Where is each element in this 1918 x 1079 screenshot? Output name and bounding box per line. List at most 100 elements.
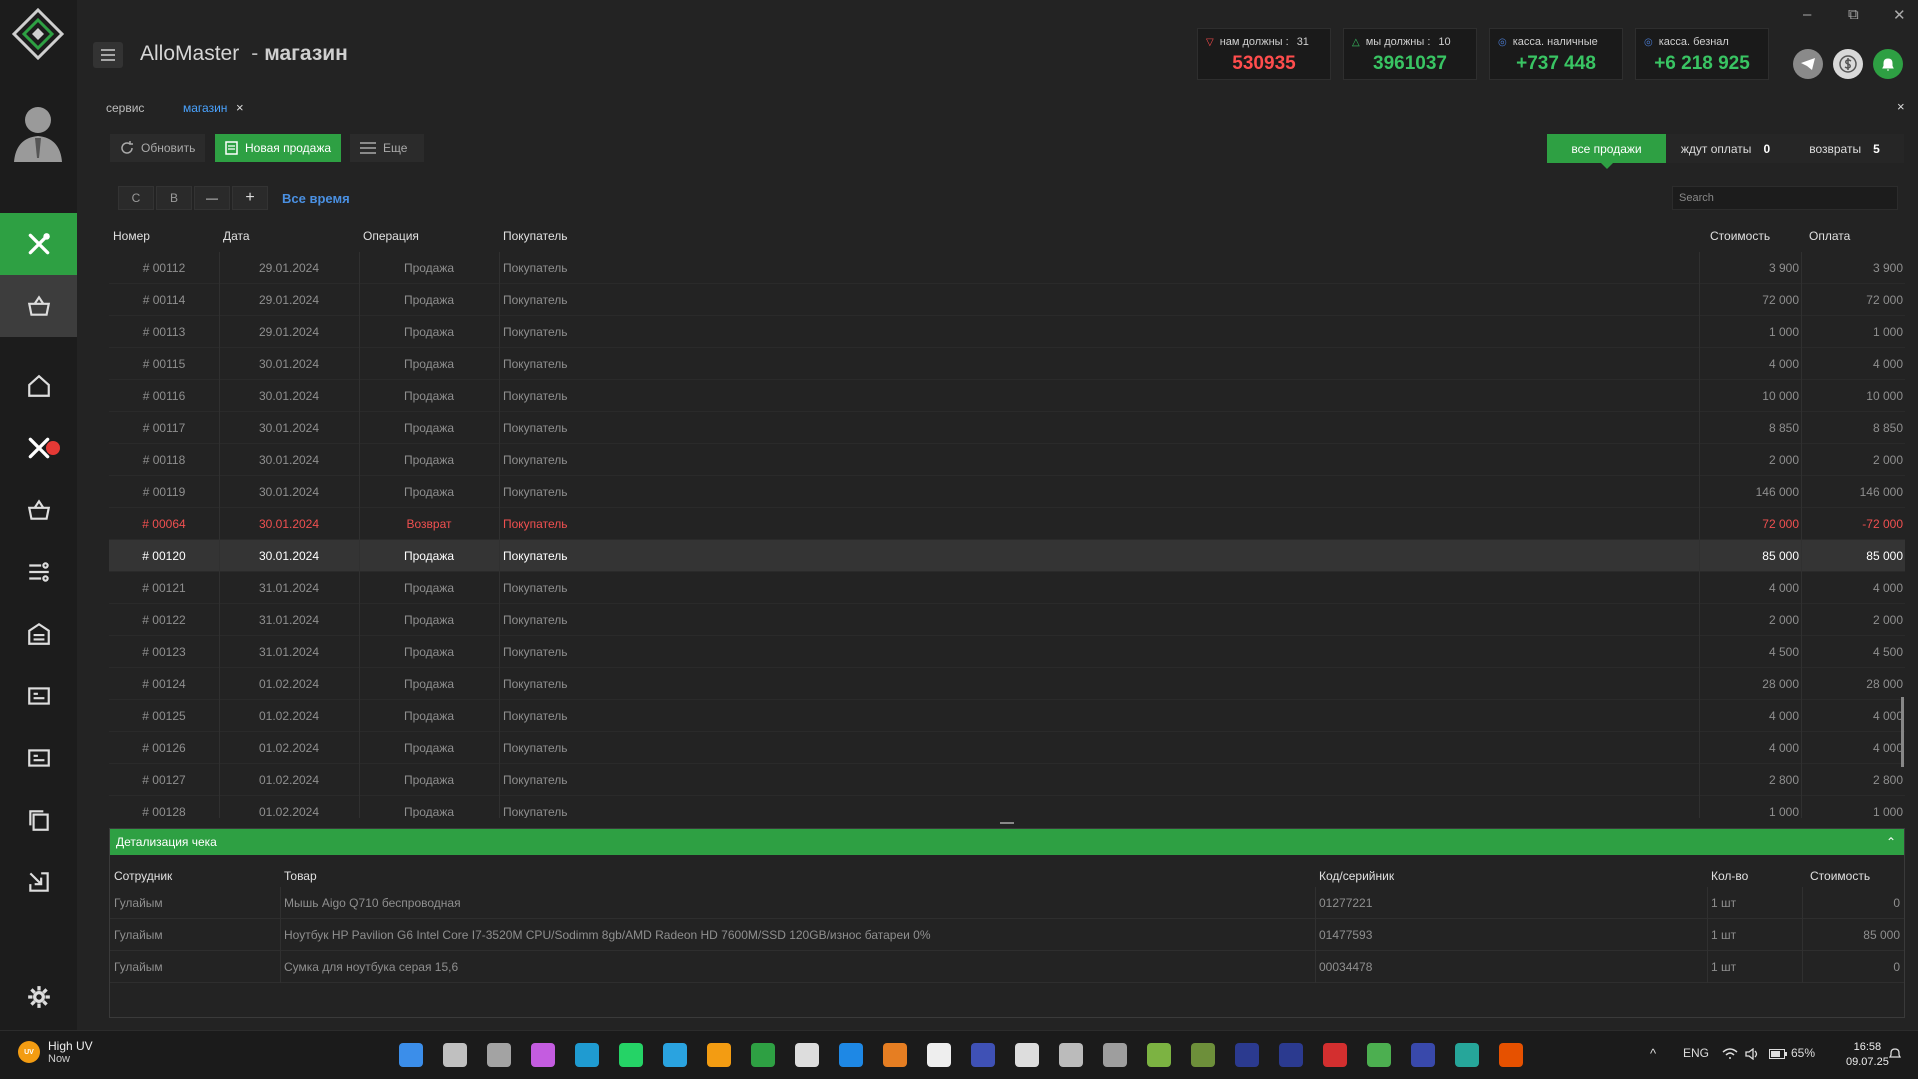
- cell-date: 30.01.2024: [258, 389, 320, 403]
- table-row[interactable]: # 00126 01.02.2024 Продажа Покупатель 4 000 4…: [109, 732, 1905, 764]
- firefox-icon[interactable]: [1499, 1043, 1523, 1067]
- infinity-icon[interactable]: [1455, 1043, 1479, 1067]
- table-row[interactable]: # 00113 29.01.2024 Продажа Покупатель 1 000 1…: [109, 316, 1905, 348]
- column-divider: [1801, 668, 1802, 700]
- start-icon[interactable]: [399, 1043, 423, 1067]
- copilot-icon[interactable]: [531, 1043, 555, 1067]
- gem-icon[interactable]: [1367, 1043, 1391, 1067]
- battery-icon[interactable]: [1769, 1049, 1787, 1059]
- allomaster-icon[interactable]: [751, 1043, 775, 1067]
- c-app-icon[interactable]: [971, 1043, 995, 1067]
- tray-overflow-button[interactable]: ^: [1650, 1046, 1656, 1061]
- cell-buyer: Покупатель: [503, 741, 568, 755]
- column-divider: [499, 476, 500, 508]
- calculator-icon[interactable]: [795, 1043, 819, 1067]
- col-code[interactable]: Код/серийник: [1319, 869, 1394, 883]
- task-view-icon[interactable]: [487, 1043, 511, 1067]
- cell-op: Продажа: [403, 453, 455, 467]
- table-row[interactable]: # 00120 30.01.2024 Продажа Покупатель 85 000…: [109, 540, 1905, 572]
- column-divider: [499, 508, 500, 540]
- detail-cell-employee: Гулайым: [114, 928, 163, 942]
- col-item[interactable]: Товар: [284, 869, 317, 883]
- ad-icon[interactable]: [1147, 1043, 1171, 1067]
- system-clock[interactable]: 16:58 09.07.25: [1846, 1040, 1889, 1070]
- table-row[interactable]: # 00123 31.01.2024 Продажа Покупатель 4 500 4…: [109, 636, 1905, 668]
- receipt-detail-header[interactable]: Детализация чека ⌃: [110, 829, 1904, 855]
- collapse-chevron-icon[interactable]: ⌃: [1886, 829, 1896, 855]
- detail-row[interactable]: Гулайым Ноутбук HP Pavilion G6 Intel Core…: [110, 919, 1904, 951]
- paint-icon[interactable]: [883, 1043, 907, 1067]
- cell-num: # 00113: [142, 325, 186, 339]
- mail-icon[interactable]: [839, 1043, 863, 1067]
- volume-icon[interactable]: [1745, 1048, 1759, 1060]
- shell-icon[interactable]: [1411, 1043, 1435, 1067]
- cell-date: 30.01.2024: [258, 453, 320, 467]
- cell-num: # 00117: [142, 421, 186, 435]
- table-row[interactable]: # 00064 30.01.2024 Возврат Покупатель 72 000…: [109, 508, 1905, 540]
- column-divider: [1699, 540, 1700, 572]
- cfx-icon[interactable]: [1235, 1043, 1259, 1067]
- cell-num: # 00120: [142, 549, 186, 563]
- column-divider: [1801, 348, 1802, 380]
- table-row[interactable]: # 00114 29.01.2024 Продажа Покупатель 72 000…: [109, 284, 1905, 316]
- detail-row[interactable]: Гулайым Сумка для ноутбука серая 15,6 0003…: [110, 951, 1904, 983]
- table-row[interactable]: # 00128 01.02.2024 Продажа Покупатель 1 000 1…: [109, 796, 1905, 818]
- table-row[interactable]: # 00119 30.01.2024 Продажа Покупатель 146 00…: [109, 476, 1905, 508]
- column-divider: [1802, 887, 1803, 919]
- wifi-icon[interactable]: [1722, 1048, 1738, 1060]
- cell-num: # 00122: [142, 613, 186, 627]
- column-divider: [1699, 604, 1700, 636]
- cell-op: Продажа: [403, 773, 455, 787]
- telegram-icon[interactable]: [663, 1043, 687, 1067]
- cfx2-icon[interactable]: [1279, 1043, 1303, 1067]
- table-row[interactable]: # 00121 31.01.2024 Продажа Покупатель 4 000 4…: [109, 572, 1905, 604]
- table-row[interactable]: # 00112 29.01.2024 Продажа Покупатель 3 900 3…: [109, 252, 1905, 284]
- detail-cell-qty: 1 шт: [1711, 928, 1737, 942]
- col-detail-cost[interactable]: Стоимость: [1810, 869, 1870, 883]
- ot-icon[interactable]: [1191, 1043, 1215, 1067]
- column-divider: [499, 636, 500, 668]
- column-divider: [1699, 316, 1700, 348]
- weather-widget[interactable]: UV High UV Now: [18, 1039, 93, 1065]
- edge-icon[interactable]: [575, 1043, 599, 1067]
- table-row[interactable]: # 00118 30.01.2024 Продажа Покупатель 2 000 2…: [109, 444, 1905, 476]
- search-icon[interactable]: [443, 1043, 467, 1067]
- cell-buyer: Покупатель: [503, 261, 568, 275]
- cell-cost: 10 000: [1762, 389, 1799, 403]
- column-divider: [1699, 572, 1700, 604]
- sublime-icon[interactable]: [707, 1043, 731, 1067]
- column-divider: [1699, 412, 1700, 444]
- filezilla-icon[interactable]: [1323, 1043, 1347, 1067]
- tool-icon[interactable]: [1059, 1043, 1083, 1067]
- col-employee[interactable]: Сотрудник: [114, 869, 172, 883]
- rail-export-button[interactable]: [0, 851, 77, 913]
- cell-date: 01.02.2024: [258, 805, 320, 818]
- table-row[interactable]: # 00122 31.01.2024 Продажа Покупатель 2 000 2…: [109, 604, 1905, 636]
- table-row[interactable]: # 00116 30.01.2024 Продажа Покупатель 10 000…: [109, 380, 1905, 412]
- cell-buyer: Покупатель: [503, 549, 568, 563]
- detail-row[interactable]: Гулайым Мышь Aigo Q710 беспроводная 012772…: [110, 887, 1904, 919]
- col-qty[interactable]: Кол-во: [1711, 869, 1748, 883]
- notification-center-icon[interactable]: [1888, 1047, 1902, 1061]
- detail-cell-employee: Гулайым: [114, 960, 163, 974]
- vpn-icon[interactable]: [1103, 1043, 1127, 1067]
- cell-op: Продажа: [403, 421, 455, 435]
- table-scrollbar[interactable]: [1901, 697, 1904, 767]
- cell-pay: 3 900: [1872, 261, 1903, 275]
- panel-resize-handle[interactable]: [1000, 822, 1014, 824]
- table-row[interactable]: # 00127 01.02.2024 Продажа Покупатель 2 800 2…: [109, 764, 1905, 796]
- file-icon[interactable]: [927, 1043, 951, 1067]
- cell-date: 01.02.2024: [258, 709, 320, 723]
- rail-settings-button[interactable]: [0, 966, 77, 1028]
- cell-pay: 1 000: [1872, 805, 1903, 818]
- table-row[interactable]: # 00117 30.01.2024 Продажа Покупатель 8 850 8…: [109, 412, 1905, 444]
- whatsapp-icon[interactable]: [619, 1043, 643, 1067]
- cell-num: # 00125: [142, 709, 186, 723]
- table-row[interactable]: # 00124 01.02.2024 Продажа Покупатель 28 000…: [109, 668, 1905, 700]
- clock-time: 16:58: [1853, 1041, 1882, 1053]
- language-indicator[interactable]: ENG: [1683, 1046, 1709, 1060]
- cell-date: 30.01.2024: [258, 517, 320, 531]
- table-row[interactable]: # 00115 30.01.2024 Продажа Покупатель 4 000 4…: [109, 348, 1905, 380]
- table-row[interactable]: # 00125 01.02.2024 Продажа Покупатель 4 000 4…: [109, 700, 1905, 732]
- terminal-icon[interactable]: [1015, 1043, 1039, 1067]
